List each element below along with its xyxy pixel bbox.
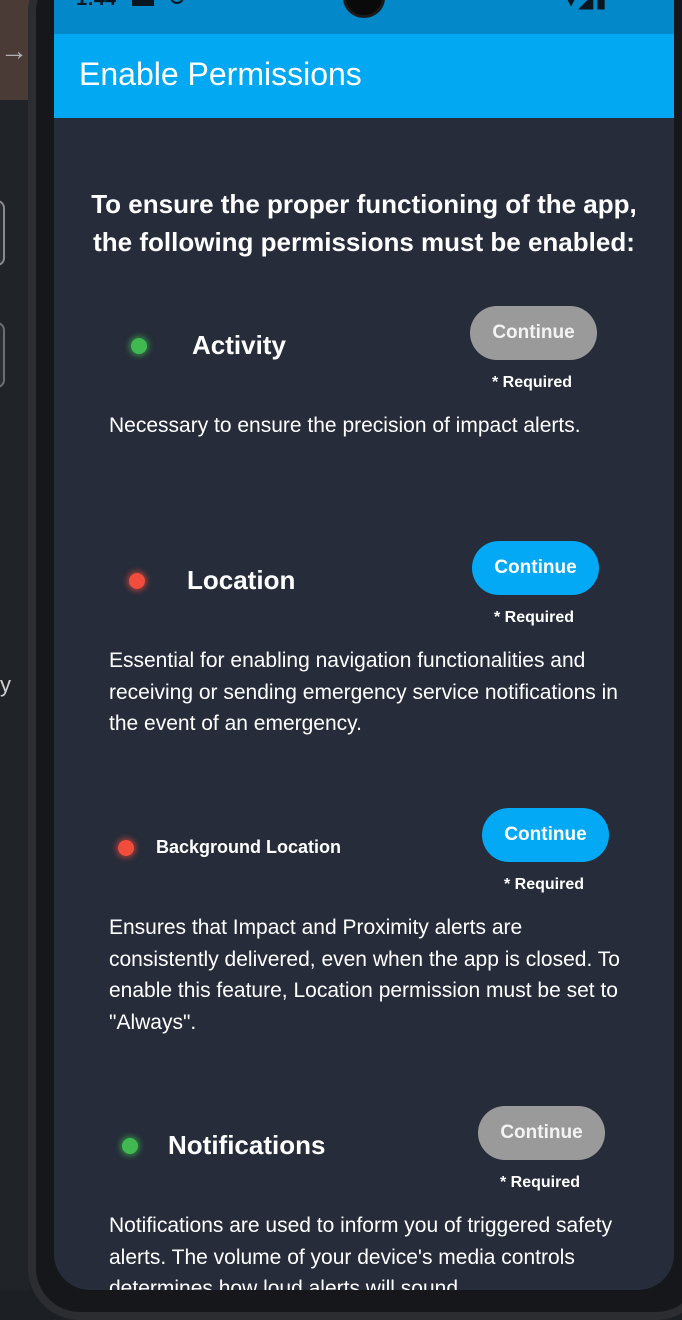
- permission-title: Location: [187, 565, 296, 595]
- status-indicator-icon: [122, 1138, 138, 1154]
- permission-title: Notifications: [168, 1130, 326, 1160]
- continue-button-background-location[interactable]: Continue: [482, 808, 609, 862]
- required-label: * Required: [492, 374, 573, 391]
- permission-description: Essential for enabling navigation functi…: [109, 649, 618, 735]
- required-label: * Required: [500, 1174, 581, 1191]
- background-control: [0, 200, 5, 266]
- notification-icon: [132, 0, 154, 6]
- permission-description: Ensures that Impact and Proximity alerts…: [109, 916, 620, 1034]
- phone-screen: 1:44 ▾◢▮ Enable Permissions To ensure th…: [54, 0, 674, 1290]
- required-label: * Required: [494, 609, 575, 626]
- status-indicator-icon: [129, 573, 145, 589]
- signal-battery-icon: ▾◢▮: [566, 0, 609, 12]
- background-text: y: [0, 672, 11, 697]
- page-title: Enable Permissions: [79, 56, 362, 92]
- sync-icon: [170, 0, 184, 4]
- permission-title: Background Location: [156, 837, 342, 857]
- permission-description: Notifications are used to inform you of …: [109, 1214, 613, 1290]
- status-time: 1:44: [76, 0, 116, 11]
- status-indicator-icon: [118, 840, 134, 856]
- continue-button-location[interactable]: Continue: [472, 541, 599, 595]
- intro-text: To ensure the proper functioning of the …: [54, 185, 674, 261]
- background-panel: [0, 0, 30, 1290]
- status-indicator-icon: [131, 338, 147, 354]
- continue-button-notifications[interactable]: Continue: [478, 1106, 605, 1160]
- intro-text-content: To ensure the proper functioning of the …: [91, 189, 637, 257]
- permission-description: Necessary to ensure the precision of imp…: [109, 414, 581, 437]
- app-bar: Enable Permissions: [54, 34, 674, 118]
- arrow-right-icon: →: [0, 35, 28, 66]
- status-bar: 1:44 ▾◢▮: [54, 0, 674, 34]
- continue-button-activity[interactable]: Continue: [470, 306, 597, 360]
- required-label: * Required: [504, 876, 585, 893]
- background-control: [0, 322, 5, 388]
- permission-title: Activity: [192, 330, 286, 360]
- camera-cutout: [343, 0, 385, 18]
